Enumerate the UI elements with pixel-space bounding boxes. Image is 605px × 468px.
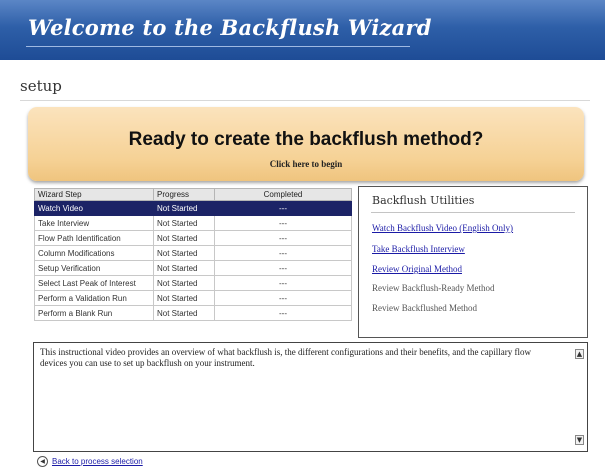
step-progress: Not Started xyxy=(153,230,215,246)
section-title: setup xyxy=(20,77,62,95)
step-progress: Not Started xyxy=(153,200,215,216)
step-name: Perform a Blank Run xyxy=(34,305,154,321)
table-row[interactable]: Watch Video Not Started --- xyxy=(34,200,352,216)
begin-title: Ready to create the backflush method? xyxy=(128,129,484,150)
step-progress: Not Started xyxy=(153,275,215,291)
wizard-steps-table: Wizard Step Progress Completed Watch Vid… xyxy=(34,188,352,321)
table-row[interactable]: Take Interview Not Started --- xyxy=(34,215,352,231)
utilities-divider xyxy=(371,212,575,213)
step-progress: Not Started xyxy=(153,260,215,276)
back-label: Back to process selection xyxy=(52,457,143,466)
back-arrow-icon: ◀ xyxy=(37,456,48,467)
step-completed: --- xyxy=(214,215,352,231)
table-row[interactable]: Setup Verification Not Started --- xyxy=(34,260,352,276)
column-header-step: Wizard Step xyxy=(34,188,154,201)
description-text: This instructional video provides an ove… xyxy=(40,347,531,368)
review-backflushed-method-link: Review Backflushed Method xyxy=(372,303,477,313)
step-completed: --- xyxy=(214,290,352,306)
table-header-row: Wizard Step Progress Completed xyxy=(34,188,352,201)
step-progress: Not Started xyxy=(153,245,215,261)
step-completed: --- xyxy=(214,305,352,321)
table-row[interactable]: Column Modifications Not Started --- xyxy=(34,245,352,261)
step-name: Watch Video xyxy=(34,200,154,216)
step-completed: --- xyxy=(214,200,352,216)
scroll-up-icon[interactable]: ▲ xyxy=(575,349,584,359)
backflush-utilities-panel: Backflush Utilities Watch Backflush Vide… xyxy=(358,186,588,338)
review-original-method-link[interactable]: Review Original Method xyxy=(372,264,462,274)
header-banner: Welcome to the Backflush Wizard xyxy=(0,0,605,60)
column-header-completed: Completed xyxy=(214,188,352,201)
step-name: Column Modifications xyxy=(34,245,154,261)
step-completed: --- xyxy=(214,245,352,261)
step-progress: Not Started xyxy=(153,290,215,306)
table-row[interactable]: Perform a Validation Run Not Started --- xyxy=(34,290,352,306)
step-completed: --- xyxy=(214,260,352,276)
section-divider xyxy=(20,100,590,101)
begin-button[interactable]: Ready to create the backflush method? Cl… xyxy=(28,107,584,181)
review-backflush-ready-method-link: Review Backflush-Ready Method xyxy=(372,283,495,293)
step-name: Setup Verification xyxy=(34,260,154,276)
step-progress: Not Started xyxy=(153,305,215,321)
watch-video-link[interactable]: Watch Backflush Video (English Only) xyxy=(372,223,513,233)
column-header-progress: Progress xyxy=(153,188,215,201)
page-title: Welcome to the Backflush Wizard xyxy=(28,15,432,40)
banner-divider xyxy=(26,46,410,47)
scroll-down-icon[interactable]: ▼ xyxy=(575,435,584,445)
step-completed: --- xyxy=(214,230,352,246)
utilities-title: Backflush Utilities xyxy=(372,194,475,207)
table-row[interactable]: Perform a Blank Run Not Started --- xyxy=(34,305,352,321)
step-name: Take Interview xyxy=(34,215,154,231)
begin-subtitle: Click here to begin xyxy=(269,159,343,169)
step-completed: --- xyxy=(214,275,352,291)
step-name: Perform a Validation Run xyxy=(34,290,154,306)
description-box[interactable]: This instructional video provides an ove… xyxy=(33,342,588,452)
step-name: Flow Path Identification xyxy=(34,230,154,246)
table-row[interactable]: Select Last Peak of Interest Not Started… xyxy=(34,275,352,291)
take-interview-link[interactable]: Take Backflush Interview xyxy=(372,244,465,254)
step-progress: Not Started xyxy=(153,215,215,231)
back-to-process-selection-link[interactable]: ◀ Back to process selection xyxy=(37,456,143,467)
step-name: Select Last Peak of Interest xyxy=(34,275,154,291)
table-row[interactable]: Flow Path Identification Not Started --- xyxy=(34,230,352,246)
